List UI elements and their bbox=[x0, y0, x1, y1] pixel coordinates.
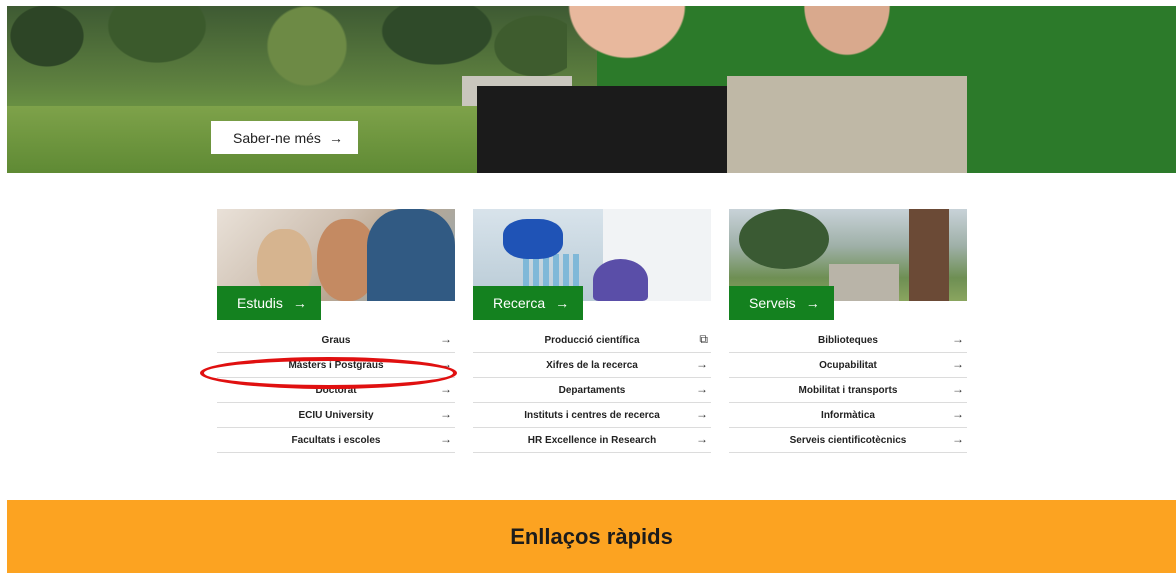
arrow-right-icon: → bbox=[696, 432, 708, 446]
estudis-button[interactable]: Estudis → bbox=[217, 286, 321, 320]
learn-more-button[interactable]: Saber-ne més → bbox=[211, 121, 358, 154]
arrow-right-icon: → bbox=[440, 357, 452, 371]
arrow-right-icon: → bbox=[952, 432, 964, 446]
quick-links-section: Enllaços ràpids bbox=[7, 500, 1176, 573]
link-serveis-cientificotecnics[interactable]: Serveis cientificotècnics → bbox=[729, 428, 967, 453]
learn-more-label: Saber-ne més bbox=[233, 129, 321, 146]
arrow-right-icon: → bbox=[292, 295, 307, 311]
hero-banner bbox=[7, 6, 1176, 173]
arrow-right-icon: → bbox=[696, 357, 708, 371]
arrow-right-icon: → bbox=[696, 382, 708, 396]
link-doctorat[interactable]: Doctorat → bbox=[217, 378, 455, 403]
serveis-button[interactable]: Serveis → bbox=[729, 286, 834, 320]
arrow-right-icon: → bbox=[328, 129, 343, 146]
link-graus[interactable]: Graus → bbox=[217, 328, 455, 353]
arrow-right-icon: → bbox=[952, 407, 964, 421]
link-informatica[interactable]: Informàtica → bbox=[729, 403, 967, 428]
serveis-label: Serveis bbox=[749, 295, 796, 311]
arrow-right-icon: → bbox=[440, 407, 452, 421]
link-xifres-recerca[interactable]: Xifres de la recerca → bbox=[473, 353, 711, 378]
link-hr-excellence[interactable]: HR Excellence in Research → bbox=[473, 428, 711, 453]
link-departaments[interactable]: Departaments → bbox=[473, 378, 711, 403]
estudis-label: Estudis bbox=[237, 295, 283, 311]
serveis-link-list: Biblioteques → Ocupabilitat → Mobilitat i … bbox=[729, 328, 967, 453]
quick-links-title: Enllaços ràpids bbox=[510, 523, 673, 549]
link-masters-postgraus[interactable]: Màsters i Postgraus → bbox=[217, 353, 455, 378]
link-ocupabilitat[interactable]: Ocupabilitat → bbox=[729, 353, 967, 378]
hero-student-man bbox=[727, 6, 967, 173]
arrow-right-icon: → bbox=[440, 432, 452, 446]
link-biblioteques[interactable]: Biblioteques → bbox=[729, 328, 967, 353]
recerca-label: Recerca bbox=[493, 295, 546, 311]
arrow-right-icon: → bbox=[555, 295, 570, 311]
recerca-button[interactable]: Recerca → bbox=[473, 286, 584, 320]
recerca-link-list: Producció científica ⧉ Xifres de la recer… bbox=[473, 328, 711, 453]
link-eciu-university[interactable]: ECIU University → bbox=[217, 403, 455, 428]
arrow-right-icon: → bbox=[952, 382, 964, 396]
link-mobilitat-transports[interactable]: Mobilitat i transports → bbox=[729, 378, 967, 403]
link-facultats-escoles[interactable]: Facultats i escoles → bbox=[217, 428, 455, 453]
arrow-right-icon: → bbox=[696, 407, 708, 421]
estudis-link-list: Graus → Màsters i Postgraus → Doctorat → EC… bbox=[217, 328, 455, 453]
arrow-right-icon: → bbox=[805, 295, 820, 311]
arrow-right-icon: → bbox=[952, 357, 964, 371]
arrow-right-icon: → bbox=[440, 332, 452, 346]
arrow-right-icon: → bbox=[440, 382, 452, 396]
external-link-icon: ⧉ bbox=[699, 332, 708, 346]
link-instituts-centres[interactable]: Instituts i centres de recerca → bbox=[473, 403, 711, 428]
arrow-right-icon: → bbox=[952, 332, 964, 346]
link-produccio-cientifica[interactable]: Producció científica ⧉ bbox=[473, 328, 711, 353]
